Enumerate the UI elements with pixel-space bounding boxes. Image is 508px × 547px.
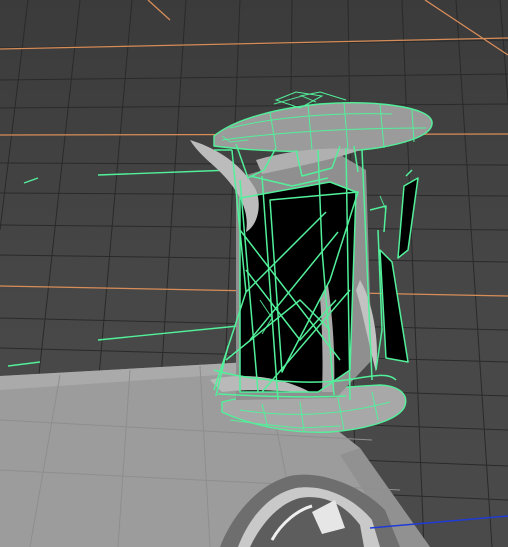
broken-pedestal-mesh[interactable]: [190, 91, 433, 433]
3d-viewport[interactable]: [0, 0, 508, 547]
stray-fragments[interactable]: [7, 169, 239, 367]
viewport-canvas[interactable]: [0, 0, 508, 547]
